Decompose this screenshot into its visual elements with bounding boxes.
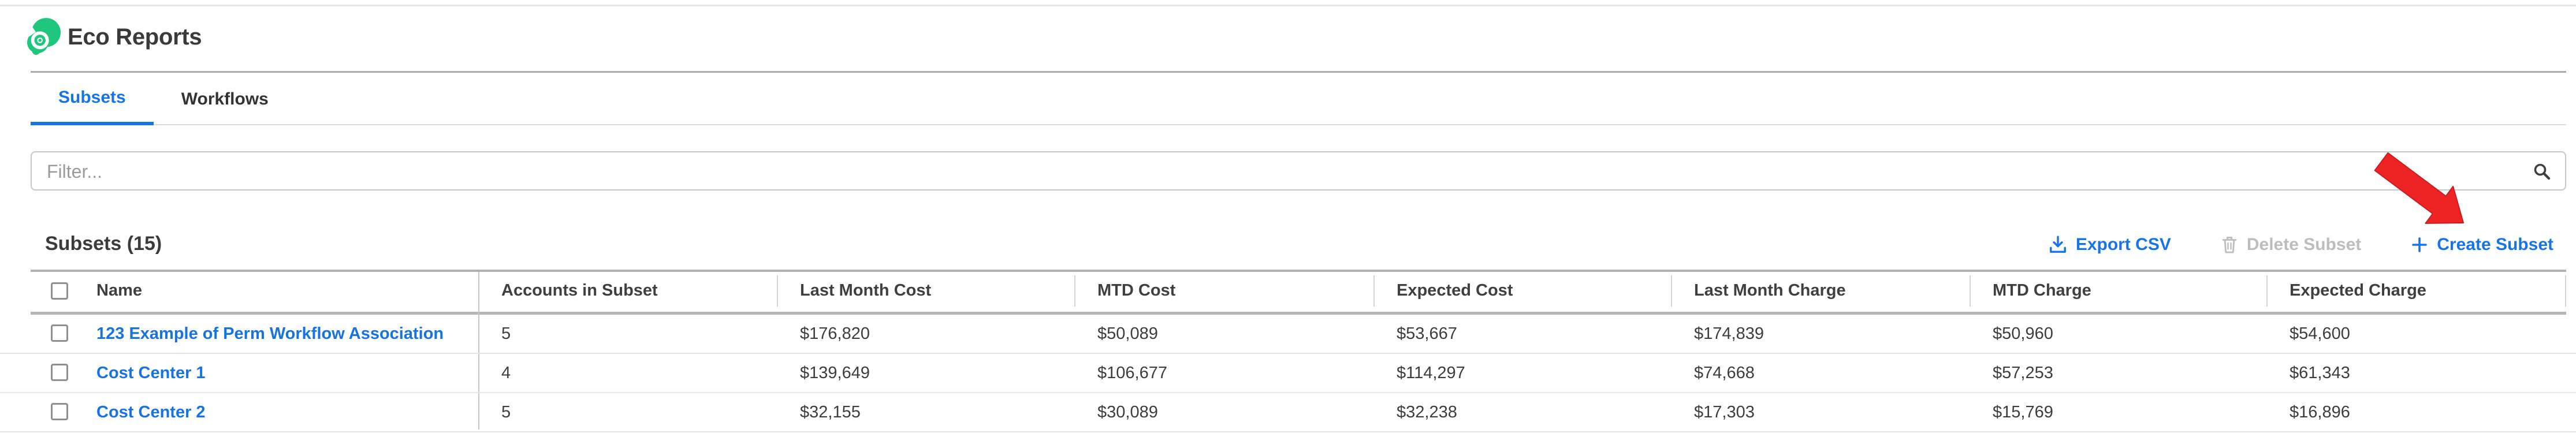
row-checkbox[interactable] [51, 364, 68, 381]
cell-mtd-charge: $15,769 [1993, 393, 2053, 431]
cell-expected-charge: $16,896 [2290, 393, 2350, 431]
cell-last-month-cost: $176,820 [800, 315, 870, 353]
column-divider [1671, 275, 1672, 307]
table-row: 123 Example of Perm Workflow Association… [0, 315, 2576, 354]
cell-mtd-cost: $50,089 [1097, 315, 1158, 353]
table-row: Cost Center 2 5 $32,155 $30,089 $32,238 … [0, 393, 2576, 432]
column-header-last-month-cost[interactable]: Last Month Cost [800, 272, 931, 309]
column-divider [2565, 275, 2566, 307]
filter-input[interactable] [46, 154, 2520, 189]
trash-icon [2220, 235, 2239, 255]
column-header-mtd-cost[interactable]: MTD Cost [1097, 272, 1175, 309]
delete-subset-button[interactable]: Delete Subset [2220, 235, 2361, 255]
select-all-checkbox[interactable] [51, 282, 68, 300]
export-csv-button[interactable]: Export CSV [2048, 235, 2171, 255]
cell-last-month-cost: $139,649 [800, 354, 870, 392]
cell-expected-cost: $53,667 [1397, 315, 1457, 353]
table-header-row: Name Accounts in Subset Last Month Cost … [0, 272, 2576, 309]
cell-expected-charge: $61,343 [2290, 354, 2350, 392]
eco-logo-icon [26, 18, 62, 56]
cell-mtd-cost: $106,677 [1097, 354, 1167, 392]
column-header-expected-cost[interactable]: Expected Cost [1397, 272, 1513, 309]
plus-icon [2410, 236, 2429, 254]
row-checkbox[interactable] [51, 324, 68, 342]
cell-expected-cost: $114,297 [1397, 354, 1465, 392]
cell-last-month-charge: $174,839 [1694, 315, 1764, 353]
column-divider [1074, 275, 1075, 307]
cell-last-month-charge: $17,303 [1694, 393, 1755, 431]
cell-expected-cost: $32,238 [1397, 393, 1457, 431]
section-title: Subsets (15) [45, 233, 162, 255]
table-row: Cost Center 1 4 $139,649 $106,677 $114,2… [0, 354, 2576, 393]
create-subset-button[interactable]: Create Subset [2410, 235, 2553, 255]
page-title: Eco Reports [68, 24, 202, 50]
create-subset-label: Create Subset [2437, 235, 2553, 255]
column-header-accounts[interactable]: Accounts in Subset [501, 272, 658, 309]
page-top-divider [0, 5, 2576, 6]
cell-mtd-cost: $30,089 [1097, 393, 1158, 431]
cell-accounts: 5 [501, 315, 511, 353]
column-header-last-month-charge[interactable]: Last Month Charge [1694, 272, 1846, 309]
cell-mtd-charge: $50,960 [1993, 315, 2053, 353]
subset-name-link[interactable]: Cost Center 1 [96, 354, 206, 392]
column-header-expected-charge[interactable]: Expected Charge [2290, 272, 2426, 309]
export-csv-label: Export CSV [2076, 235, 2171, 255]
column-header-name[interactable]: Name [96, 272, 142, 309]
cell-accounts: 5 [501, 393, 511, 431]
filter-bar [31, 151, 2566, 191]
column-header-mtd-charge[interactable]: MTD Charge [1993, 272, 2091, 309]
tab-workflows[interactable]: Workflows [154, 73, 296, 125]
delete-subset-label: Delete Subset [2247, 235, 2361, 255]
search-icon [2533, 162, 2551, 181]
tab-subsets[interactable]: Subsets [31, 73, 154, 125]
cell-expected-charge: $54,600 [2290, 315, 2350, 353]
download-icon [2048, 235, 2068, 255]
cell-mtd-charge: $57,253 [1993, 354, 2053, 392]
cell-accounts: 4 [501, 354, 511, 392]
column-divider [1373, 275, 1375, 307]
subset-name-link[interactable]: Cost Center 2 [96, 393, 206, 431]
column-divider [777, 275, 778, 307]
cell-last-month-charge: $74,668 [1694, 354, 1755, 392]
subset-name-link[interactable]: 123 Example of Perm Workflow Association [96, 315, 444, 353]
action-buttons: Export CSV Delete Subset Create Subset [2048, 230, 2553, 260]
row-checkbox[interactable] [51, 403, 68, 420]
column-divider [2266, 275, 2268, 307]
cell-last-month-cost: $32,155 [800, 393, 861, 431]
column-divider [1970, 275, 1971, 307]
tab-bar: Subsets Workflows [31, 73, 2566, 125]
